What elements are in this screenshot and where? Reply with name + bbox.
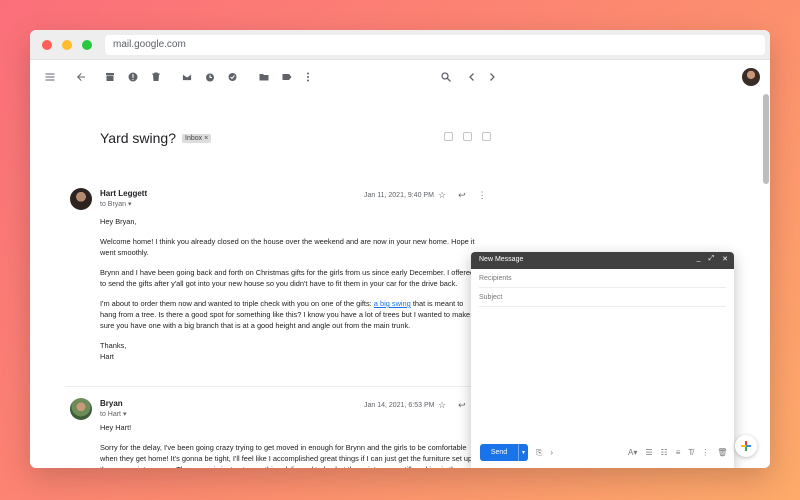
discard-icon[interactable]: 🗑 [717,448,727,457]
thread-tools [444,132,491,141]
message-paragraph: Hey Hart! [100,423,132,432]
attach-icon[interactable]: ⎘ [536,448,542,458]
newer-icon[interactable] [464,69,480,85]
message-paragraph: Hey Bryan, [100,217,137,226]
formatting-tools: A▾ ☰ ☷ ≡ T̸ ⋮ 🗑 [628,448,727,457]
sender-name: Hart Leggett [100,189,148,198]
message: Hart Leggett to Bryan ▾ Jan 11, 2021, 9:… [70,188,490,384]
message-actions: ☆ ↩ ⋮ [438,190,487,201]
recipients-field[interactable]: Recipients [479,269,726,288]
search-icon[interactable] [438,69,454,85]
recipient-details[interactable]: to Hart ▾ [100,410,126,418]
older-icon[interactable] [484,69,500,85]
compose-title: New Message [479,256,524,263]
print-icon[interactable] [463,132,472,141]
indent-icon[interactable]: ≡ [676,448,681,457]
thread-subject: Yard swing? [100,130,177,146]
browser-window: mail.google.com Yard swing? Inbox × Hart… [30,30,770,468]
minimize-window-icon[interactable] [62,40,72,50]
menu-icon[interactable] [42,69,58,85]
star-icon[interactable]: ☆ [438,190,446,201]
move-to-icon[interactable] [256,69,272,85]
maximize-window-icon[interactable] [82,40,92,50]
more-icon[interactable]: ⋮ [701,448,709,457]
message-paragraph: Hart [100,352,114,361]
sender-avatar [70,398,92,420]
message-body: Hey Hart! Sorry for the delay, I've been… [100,422,480,468]
fullscreen-icon[interactable]: ⤢ [709,255,715,263]
numbered-list-icon[interactable]: ☰ [645,448,652,457]
text-color-icon[interactable]: A▾ [628,448,637,457]
title-bar: mail.google.com [30,30,770,60]
close-window-icon[interactable] [42,40,52,50]
snooze-icon[interactable] [202,69,218,85]
more-options-icon[interactable]: › [550,448,553,458]
subject-row: Yard swing? Inbox × [100,130,212,146]
message: Bryan to Hart ▾ Jan 14, 2021, 6:53 PM ☆ … [70,398,490,468]
sender-name: Bryan [100,399,123,408]
send-options-icon[interactable]: ▾ [518,444,528,461]
subject-field[interactable]: Subject [479,288,726,307]
message-date: Jan 11, 2021, 9:40 PM [364,192,434,199]
message-paragraph: Welcome home! I think you already closed… [100,237,475,257]
open-new-window-icon[interactable] [482,132,491,141]
clear-formatting-icon[interactable]: T̸ [688,448,693,457]
labels-icon[interactable] [279,69,295,85]
message-text: I'm about to order them now and wanted t… [100,299,374,308]
expand-all-icon[interactable] [444,132,453,141]
send-button[interactable]: Send ▾ [480,444,528,461]
compose-tools-left: ⎘ › [536,448,553,458]
back-icon[interactable] [73,69,89,85]
add-to-tasks-icon[interactable] [225,69,241,85]
compose-window: New Message _ ⤢ ✕ Recipients Subject Sen… [471,252,734,468]
bulleted-list-icon[interactable]: ☷ [661,448,668,457]
message-paragraph: Thanks, [100,341,127,350]
compose-header: New Message _ ⤢ ✕ [471,252,734,269]
mark-unread-icon[interactable] [179,69,195,85]
sender-avatar [70,188,92,210]
scrollbar-thumb[interactable] [763,94,769,184]
message-actions: ☆ ↩ [438,400,466,411]
report-spam-icon[interactable] [125,69,141,85]
message-date: Jan 14, 2021, 6:53 PM [364,402,435,409]
message-paragraph: Brynn and I have been going back and for… [100,268,475,288]
address-bar[interactable]: mail.google.com [105,35,765,55]
more-icon[interactable]: ⋮ [478,190,487,201]
star-icon[interactable]: ☆ [438,400,446,411]
close-icon[interactable]: ✕ [722,255,728,263]
message-divider [65,386,495,387]
add-icon[interactable] [735,435,757,457]
message-paragraph: I'm about to order them now and wanted t… [100,298,480,331]
send-label: Send [490,449,508,456]
minimize-icon[interactable]: _ [697,255,701,263]
message-body: Hey Bryan, Welcome home! I think you alr… [100,216,480,371]
compose-footer: Send ▾ ⎘ › A▾ ☰ ☷ ≡ T̸ ⋮ 🗑 [471,434,734,468]
delete-icon[interactable] [148,69,164,85]
recipient-details[interactable]: to Bryan ▾ [100,200,132,208]
more-icon[interactable] [300,69,316,85]
gmail-toolbar [30,60,770,94]
message-paragraph: Sorry for the delay, I've been going cra… [100,443,480,468]
inbox-label-chip[interactable]: Inbox × [182,133,212,143]
account-avatar[interactable] [742,68,760,86]
swing-link[interactable]: a big swing [374,299,411,308]
archive-icon[interactable] [102,69,118,85]
reply-icon[interactable]: ↩ [458,190,466,201]
reply-icon[interactable]: ↩ [458,400,466,411]
